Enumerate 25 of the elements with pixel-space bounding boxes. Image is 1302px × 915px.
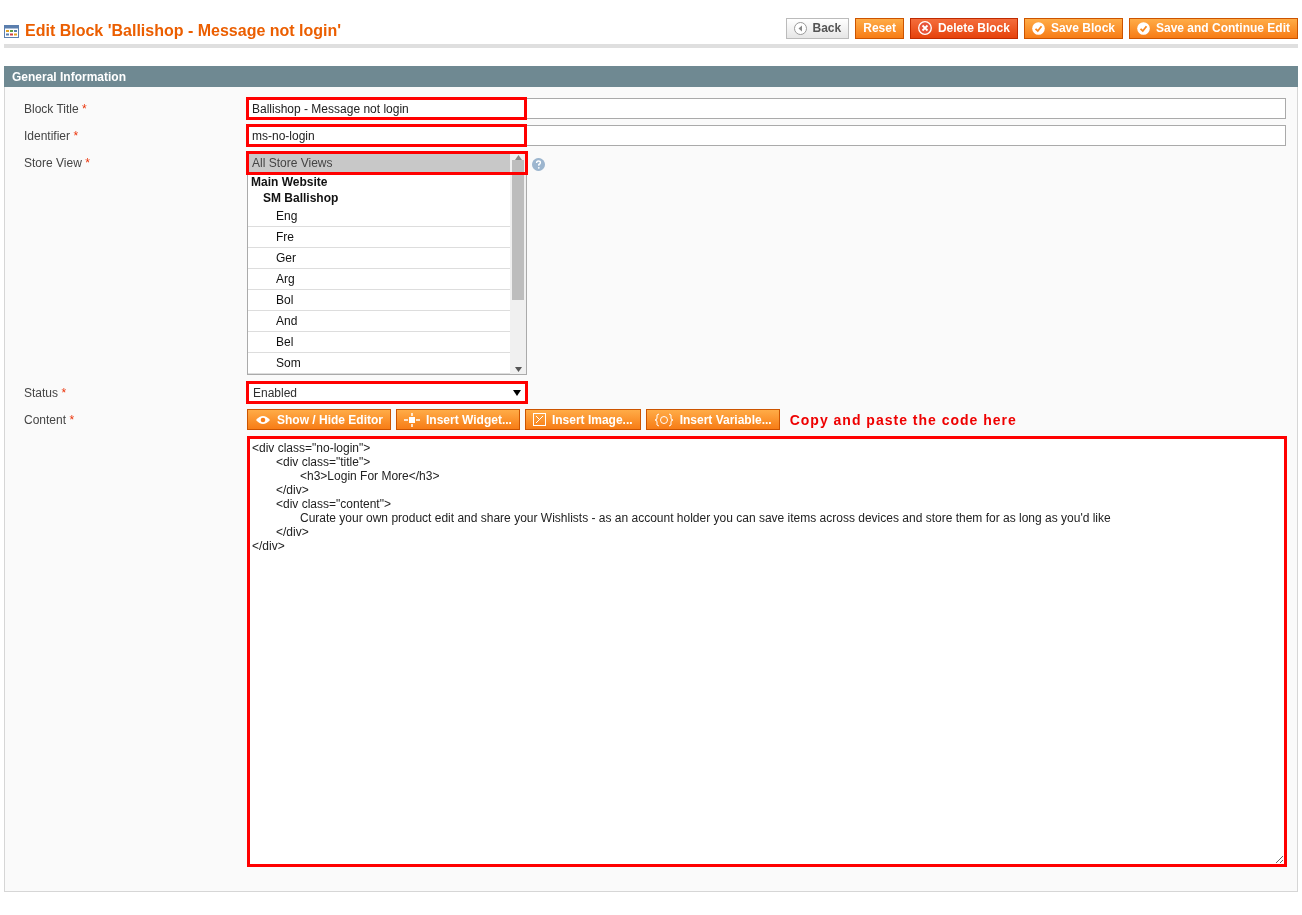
close-circle-icon xyxy=(917,21,932,35)
store-view-list[interactable]: All Store Views Main Website SM Ballishop Eng Fre Ger Arg Bol And Bel Som xyxy=(247,152,527,375)
widget-icon xyxy=(404,412,420,427)
check-circle-icon xyxy=(1137,21,1150,35)
image-icon xyxy=(532,413,546,426)
annotation-text: Copy and paste the code here xyxy=(789,411,1017,428)
text-field[interactable]: Ballishop - Message not login xyxy=(247,98,1286,119)
scrollbar[interactable] xyxy=(510,153,526,374)
code-textarea[interactable]: <div class="no-login"> <div class="title"> <h3>Login For More</h3> </div> <div class="content"> Curate your own product edit and share your Wishlists - as an account holder you can save items across devices and store them for as long as you'd like </div> </div> xyxy=(247,436,1287,867)
text-field[interactable]: ms-no-login xyxy=(247,125,1286,146)
eye-icon xyxy=(255,414,271,425)
back-button[interactable]: Back xyxy=(785,17,850,39)
scroll-down-icon[interactable] xyxy=(514,367,522,372)
dropdown-caret-icon[interactable] xyxy=(513,389,521,396)
section-header: General Information xyxy=(4,66,1298,87)
field-label: Content * xyxy=(24,412,76,429)
page-title: Edit Block 'Ballishop - Message not login' xyxy=(25,22,342,40)
field-label: Store View * xyxy=(24,155,91,172)
check-circle-icon xyxy=(1031,21,1045,35)
field-label: Identifier * xyxy=(24,128,80,145)
grid-table-icon xyxy=(4,24,19,38)
variable-braces-icon xyxy=(653,412,674,427)
field-label: Status * xyxy=(24,385,68,402)
field-label: Block Title * xyxy=(24,101,88,118)
help-icon[interactable] xyxy=(532,158,545,171)
